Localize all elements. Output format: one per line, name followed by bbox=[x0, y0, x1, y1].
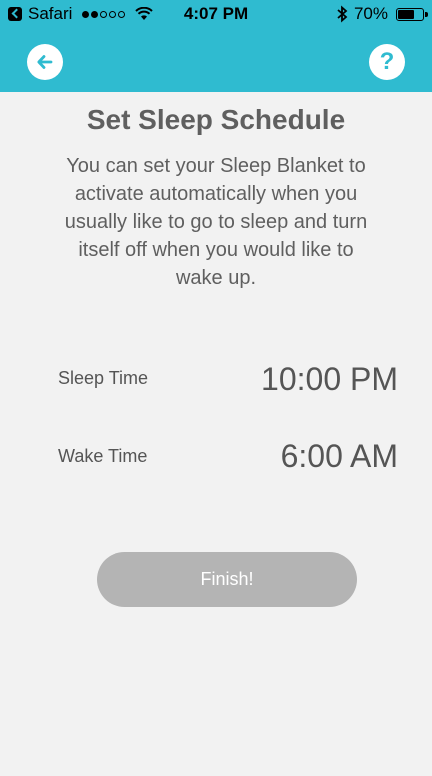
battery-percentage: 70% bbox=[353, 4, 388, 23]
battery-level-fill bbox=[398, 9, 414, 19]
help-button[interactable]: ? bbox=[369, 44, 405, 80]
status-right-group: 70% bbox=[336, 4, 428, 24]
battery-icon bbox=[396, 7, 428, 21]
ios-status-bar: Safari 4:07 PM 70% bbox=[0, 0, 432, 30]
arrow-left-icon bbox=[37, 55, 53, 69]
back-button[interactable] bbox=[27, 44, 63, 80]
schedule-description: You can set your Sleep Blanket to activa… bbox=[64, 155, 368, 289]
wake-time-label: Wake Time bbox=[58, 446, 148, 466]
finish-button-label: Finish! bbox=[200, 569, 254, 589]
finish-button[interactable]: Finish! bbox=[97, 552, 357, 607]
wake-time-value[interactable]: 6:00 AM bbox=[281, 438, 398, 475]
page-title: Set Sleep Schedule bbox=[86, 104, 346, 135]
bluetooth-icon bbox=[337, 5, 348, 23]
sleep-time-label: Sleep Time bbox=[58, 368, 149, 388]
help-icon: ? bbox=[379, 48, 395, 75]
sleep-time-value[interactable]: 10:00 PM bbox=[261, 361, 398, 398]
